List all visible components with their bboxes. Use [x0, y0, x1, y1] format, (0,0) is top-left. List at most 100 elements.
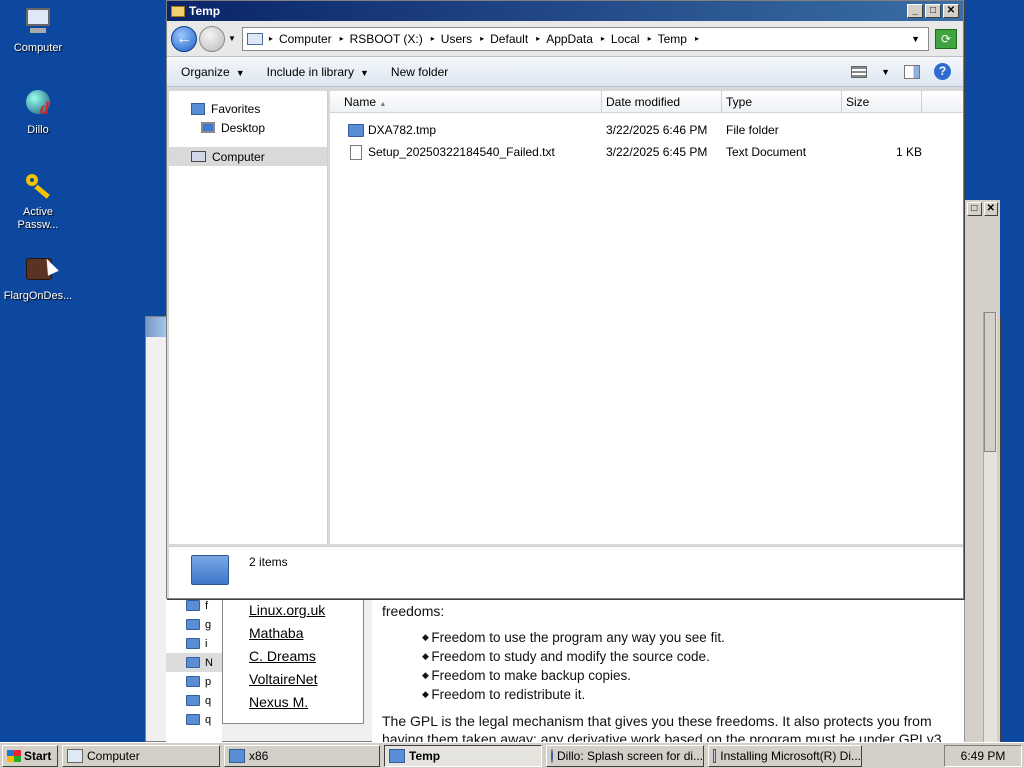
- key-icon: [22, 170, 54, 202]
- link-linux-org-uk[interactable]: Linux.org.uk: [249, 599, 363, 622]
- list-item[interactable]: i: [166, 634, 222, 653]
- address-bar[interactable]: ▸ Computer ▸ RSBOOT (X:) ▸ Users ▸ Default ▸…: [241, 26, 929, 51]
- desktop-icon-dillo[interactable]: d Dillo: [0, 88, 76, 137]
- view-options-icon[interactable]: [851, 65, 868, 78]
- list-item[interactable]: g: [166, 615, 222, 634]
- file-row-dxa782[interactable]: DXA782.tmp 3/22/2025 6:46 PM File folder: [330, 119, 963, 141]
- scrollbar-thumb[interactable]: [984, 312, 996, 452]
- breadcrumb-rsboot[interactable]: RSBOOT (X:): [350, 32, 423, 46]
- chevron-down-icon[interactable]: ▼: [881, 67, 890, 77]
- freedoms-intro: freedoms:: [382, 603, 445, 619]
- close-button[interactable]: ✕: [943, 4, 959, 18]
- taskbar-item-x86[interactable]: x86: [224, 744, 380, 767]
- maximize-button[interactable]: □: [925, 4, 941, 18]
- freedoms-list: Freedom to use the program any way you s…: [422, 628, 958, 704]
- list-item[interactable]: q: [166, 710, 222, 729]
- column-header-date[interactable]: Date modified: [602, 91, 722, 112]
- window-title: Temp: [189, 4, 221, 18]
- minimize-button[interactable]: _: [907, 4, 923, 18]
- address-row: ← ▼ ▸ Computer ▸ RSBOOT (X:) ▸ Users ▸ Defa…: [167, 21, 963, 57]
- include-in-library-button[interactable]: Include in library ▼: [267, 65, 369, 79]
- sort-arrow-icon: ▲: [379, 101, 387, 108]
- link-voltairenet[interactable]: VoltaireNet: [249, 668, 363, 691]
- back-button[interactable]: ←: [171, 25, 197, 52]
- list-item[interactable]: q: [166, 691, 222, 710]
- nav-item-computer[interactable]: Computer: [169, 147, 327, 166]
- chevron-right-icon[interactable]: ▸: [648, 34, 652, 43]
- desktop-icon-flargondesktop[interactable]: FlargOnDes...: [0, 254, 76, 303]
- explorer-titlebar[interactable]: Temp _ □ ✕: [167, 1, 963, 21]
- column-header-name[interactable]: Name ▲: [330, 91, 602, 112]
- taskbar-item-dillo[interactable]: Dillo: Splash screen for di...: [546, 744, 704, 767]
- system-clock[interactable]: 6:49 PM: [944, 744, 1022, 767]
- breadcrumb-computer[interactable]: Computer: [279, 32, 332, 46]
- file-row-setup-log[interactable]: Setup_20250322184540_Failed.txt 3/22/202…: [330, 141, 963, 163]
- chevron-right-icon[interactable]: ▸: [480, 34, 484, 43]
- refresh-icon[interactable]: ⟳: [935, 28, 957, 49]
- address-dropdown-icon[interactable]: ▼: [911, 34, 920, 44]
- details-pane: 2 items: [169, 546, 963, 598]
- forward-button[interactable]: [199, 25, 225, 52]
- organize-button[interactable]: Organize ▼: [181, 65, 245, 79]
- dillo-folder-list: f g i N p q q: [166, 596, 222, 742]
- folder-icon: [186, 600, 200, 611]
- scrollbar[interactable]: [983, 312, 997, 752]
- taskbar-item-temp[interactable]: Temp: [384, 744, 542, 767]
- favorites-icon: [191, 102, 205, 115]
- close-button[interactable]: ✕: [983, 202, 998, 216]
- chevron-right-icon[interactable]: ▸: [601, 34, 605, 43]
- preview-pane-icon[interactable]: [904, 64, 920, 79]
- list-item[interactable]: p: [166, 672, 222, 691]
- taskbar-item-installer[interactable]: Installing Microsoft(R) Di...: [708, 744, 862, 767]
- list-item: Freedom to redistribute it.: [422, 685, 958, 704]
- navigation-pane: Favorites Desktop Computer: [169, 91, 328, 544]
- folder-icon: [348, 123, 364, 137]
- desktop-icon-label: Computer: [13, 42, 63, 54]
- link-mathaba[interactable]: Mathaba: [249, 622, 363, 645]
- folder-icon: [186, 619, 200, 630]
- taskbar-item-computer[interactable]: Computer: [62, 744, 220, 767]
- folder-icon: [389, 748, 405, 763]
- desktop-icon-label: FlargOnDes...: [3, 290, 73, 302]
- computer-icon: [191, 151, 206, 162]
- breadcrumb-temp[interactable]: Temp: [658, 32, 687, 46]
- chevron-right-icon[interactable]: ▸: [340, 34, 344, 43]
- dillo-icon: [551, 748, 553, 763]
- desktop-icon-computer[interactable]: Computer: [0, 6, 76, 55]
- item-count: 2 items: [249, 555, 288, 569]
- folder-icon: [186, 714, 200, 725]
- breadcrumb-local[interactable]: Local: [611, 32, 640, 46]
- desktop-icon-active-password[interactable]: Active Passw...: [0, 170, 76, 232]
- chevron-right-icon[interactable]: ▸: [536, 34, 540, 43]
- chevron-right-icon[interactable]: ▸: [269, 34, 273, 43]
- folder-icon: [171, 5, 185, 17]
- folder-icon: [186, 676, 200, 687]
- desktop-icon: [201, 122, 215, 133]
- folder-icon: [191, 555, 229, 585]
- new-folder-button[interactable]: New folder: [391, 65, 448, 79]
- breadcrumb-users[interactable]: Users: [441, 32, 472, 46]
- folder-icon: [186, 695, 200, 706]
- chevron-right-icon[interactable]: ▸: [431, 34, 435, 43]
- chevron-right-icon[interactable]: ▸: [695, 34, 699, 43]
- explorer-window[interactable]: Temp _ □ ✕ ← ▼ ▸ Computer ▸ RSBOOT (X:) ▸ …: [166, 0, 964, 599]
- nav-item-favorites[interactable]: Favorites: [169, 99, 327, 118]
- desktop-icon-label: Dillo: [27, 124, 49, 136]
- installer-icon: [713, 748, 717, 763]
- windows-logo-icon: [7, 749, 21, 762]
- computer-icon: [22, 6, 54, 38]
- column-header-size[interactable]: Size: [842, 91, 922, 112]
- breadcrumb-default[interactable]: Default: [490, 32, 528, 46]
- restore-button[interactable]: □: [967, 202, 982, 216]
- link-c-dreams[interactable]: C. Dreams: [249, 645, 363, 668]
- column-header-type[interactable]: Type: [722, 91, 842, 112]
- breadcrumb-appdata[interactable]: AppData: [546, 32, 593, 46]
- dillo-titlebar[interactable]: [146, 317, 168, 337]
- nav-item-desktop[interactable]: Desktop: [169, 118, 327, 137]
- start-button[interactable]: Start: [2, 744, 58, 767]
- list-item[interactable]: N: [166, 653, 222, 672]
- chevron-down-icon[interactable]: ▼: [228, 34, 236, 43]
- link-nexus-m[interactable]: Nexus M.: [249, 691, 363, 714]
- help-icon[interactable]: ?: [934, 63, 951, 80]
- list-item: Freedom to use the program any way you s…: [422, 628, 958, 647]
